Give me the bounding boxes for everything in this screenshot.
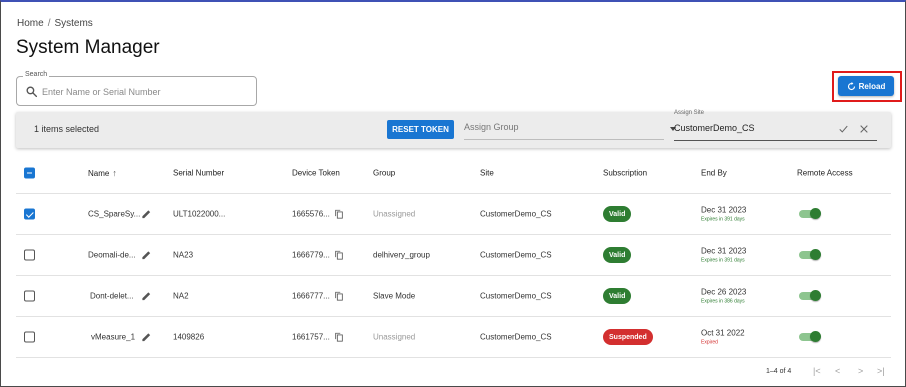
end-date: Oct 31 2022 [701, 328, 745, 338]
system-name: Deomali-de... [88, 250, 136, 260]
assign-site-value: CustomerDemo_CS [674, 123, 755, 133]
previous-page-icon[interactable]: < [835, 366, 840, 376]
group-name: delhivery_group [373, 250, 430, 260]
systems-table: Name ↑ Serial Number Device Token Group S… [16, 153, 891, 358]
column-header-name[interactable]: Name ↑ [88, 168, 117, 178]
selected-count-text: 1 items selected [34, 124, 100, 134]
edit-pencil-icon[interactable] [141, 332, 152, 343]
search-legend: Search [23, 71, 50, 78]
edit-pencil-icon[interactable] [141, 209, 152, 220]
reload-button-label: Reload [858, 81, 886, 91]
page-title: System Manager [16, 37, 160, 58]
row-checkbox[interactable] [24, 331, 35, 343]
reset-token-button[interactable]: RESET TOKEN [387, 120, 454, 139]
column-header-remote-access: Remote Access [797, 168, 853, 178]
site-name: CustomerDemo_CS [480, 250, 552, 260]
system-name: Dont-delet... [90, 291, 134, 301]
last-page-icon[interactable]: >| [877, 366, 885, 376]
expiry-note: Expires in 391 days [701, 216, 745, 223]
search-icon [26, 86, 38, 98]
site-name: CustomerDemo_CS [480, 291, 552, 301]
remote-access-toggle[interactable] [799, 249, 821, 260]
breadcrumb: Home / Systems [17, 18, 93, 29]
column-header-end-by: End By [701, 168, 727, 178]
column-header-site: Site [480, 168, 494, 178]
breadcrumb-current: Systems [54, 18, 93, 29]
expiry-note: Expired [701, 339, 718, 346]
group-name: Slave Mode [373, 291, 416, 301]
table-header-row: Name ↑ Serial Number Device Token Group S… [16, 153, 891, 194]
expiry-note: Expires in 386 days [701, 298, 745, 305]
device-token: 1666777... [292, 291, 330, 301]
row-checkbox[interactable] [24, 290, 35, 302]
first-page-icon[interactable]: |< [813, 366, 821, 376]
table-row: Deomali-de... NA23 1666779... delhivery_… [16, 235, 891, 276]
system-name: CS_SpareSy... [88, 209, 141, 219]
expiry-note: Expires in 391 days [701, 257, 745, 264]
edit-pencil-icon[interactable] [141, 250, 152, 261]
check-icon[interactable] [838, 124, 849, 134]
end-by: Oct 31 2022 Expired [701, 329, 745, 346]
select-all-checkbox[interactable] [24, 167, 35, 179]
serial-number: NA23 [173, 250, 194, 260]
end-date: Dec 31 2023 [701, 246, 747, 256]
subscription-badge: Valid [603, 206, 632, 222]
serial-number: ULT1022000... [173, 209, 226, 219]
end-by: Dec 26 2023 Expires in 386 days [701, 288, 746, 305]
site-name: CustomerDemo_CS [480, 332, 552, 342]
device-token: 1661757... [292, 332, 330, 342]
copy-icon[interactable] [334, 209, 344, 220]
subscription-badge: Valid [603, 247, 632, 263]
app-window: Home/Systems System Manager Search Reloa… [0, 0, 906, 387]
column-header-subscription: Subscription [603, 168, 648, 178]
end-by: Dec 31 2023 Expires in 391 days [701, 247, 746, 264]
copy-icon[interactable] [334, 332, 344, 343]
device-token: 1666779... [292, 250, 330, 260]
table-row: Dont-delet... NA2 1666777... Slave Mode … [16, 276, 891, 317]
group-name: Unassigned [373, 332, 416, 342]
sort-ascending-icon: ↑ [112, 168, 117, 178]
column-header-serial: Serial Number [173, 168, 225, 178]
table-row: CS_SpareSy... ULT1022000... 1665576... U… [16, 194, 891, 235]
reload-button[interactable]: Reload [838, 76, 894, 96]
pagination-range: 1–4 of 4 [766, 368, 792, 375]
column-header-token: Device Token [292, 168, 340, 178]
system-name: vMeasure_1 [91, 332, 136, 342]
group-name: Unassigned [373, 209, 416, 219]
refresh-icon [847, 81, 855, 90]
serial-number: NA2 [173, 291, 189, 301]
row-checkbox[interactable] [24, 208, 35, 220]
breadcrumb-separator: / [47, 18, 51, 29]
close-icon[interactable] [859, 124, 869, 134]
device-token: 1665576... [292, 209, 330, 219]
end-date: Dec 31 2023 [701, 205, 747, 215]
site-name: CustomerDemo_CS [480, 209, 552, 219]
subscription-badge: Suspended [603, 329, 653, 345]
next-page-icon[interactable]: > [858, 366, 863, 376]
table-row: vMeasure_1 1409826 1661757... Unassigned… [16, 317, 891, 358]
column-header-group: Group [373, 168, 396, 178]
subscription-badge: Valid [603, 288, 632, 304]
remote-access-toggle[interactable] [799, 208, 821, 219]
assign-group-select[interactable]: Assign Group [464, 118, 676, 140]
assign-site-label: Assign Site [674, 110, 705, 116]
remote-access-toggle[interactable] [799, 290, 821, 301]
breadcrumb-home-link[interactable]: Home [17, 18, 44, 29]
search-field[interactable]: Search [16, 71, 257, 106]
end-date: Dec 26 2023 [701, 287, 747, 297]
assign-group-placeholder: Assign Group [464, 122, 519, 132]
serial-number: 1409826 [173, 332, 205, 342]
bulk-action-bar: 1 items selected RESET TOKEN Assign Grou… [16, 110, 891, 148]
remote-access-toggle[interactable] [799, 331, 821, 342]
copy-icon[interactable] [334, 250, 344, 261]
end-by: Dec 31 2023 Expires in 391 days [701, 206, 746, 223]
edit-pencil-icon[interactable] [141, 291, 152, 302]
row-checkbox[interactable] [24, 249, 35, 261]
copy-icon[interactable] [334, 291, 344, 302]
search-input[interactable] [42, 84, 247, 100]
